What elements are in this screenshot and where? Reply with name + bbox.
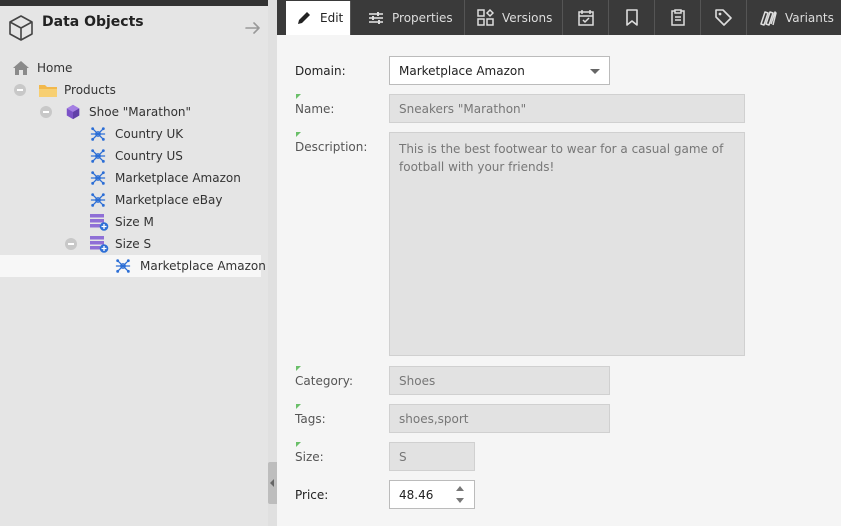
editor-tabbar: Edit Properties Versions Variants [277,0,841,35]
inherited-marker-icon [296,94,301,99]
tab-schedule[interactable] [563,0,609,35]
variant-node-icon [90,171,106,185]
tree-item-label: Products [64,83,116,97]
tags-label: Tags: [295,412,326,426]
tab-bookmark[interactable] [609,0,655,35]
pencil-icon [298,12,310,24]
name-label: Name: [295,102,335,116]
collapse-toggle-icon[interactable] [14,84,26,96]
tree-item-label: Shoe "Marathon" [89,105,192,119]
variant-node-icon [90,149,106,163]
collapse-toggle-icon[interactable] [40,106,52,118]
category-field[interactable]: Shoes [389,366,610,395]
data-objects-panel: Data Objects Home Products Shoe "Maratho… [0,0,268,526]
tree-item-label: Marketplace Amazon [140,259,266,273]
arrow-right-icon[interactable] [245,20,261,36]
inherited-marker-icon [296,366,301,371]
tree-item-home[interactable]: Home [0,57,268,79]
tag-icon [715,9,732,26]
tab-variants[interactable]: Variants [747,0,841,35]
sliders-icon [369,11,383,24]
domain-label: Domain: [295,64,346,78]
spin-down-icon[interactable] [456,498,464,503]
calendar-check-icon [577,10,594,26]
tree-item-size-m[interactable]: Size M [0,211,268,233]
tree-item-label: Country US [115,149,183,163]
cube-icon [9,15,33,41]
tree-item-marketplace-amazon[interactable]: Marketplace Amazon [0,167,268,189]
tab-label: Edit [320,11,344,25]
tree-item-marketplace-ebay[interactable]: Marketplace eBay [0,189,268,211]
variant-node-icon [115,259,131,273]
tab-versions[interactable]: Versions [465,0,563,35]
variant-node-icon [90,127,106,141]
collapse-panel-handle[interactable] [268,462,277,504]
clipboard-icon [670,9,685,26]
tree-item-marketplace-amazon-selected[interactable]: Marketplace Amazon [0,255,266,277]
variant-node-icon [90,193,106,207]
tree-item-label: Country UK [115,127,184,141]
tree-item-size-s[interactable]: Size S [0,233,268,255]
folder-icon [39,85,57,97]
stack-variant-icon [90,236,109,253]
size-field[interactable]: S [389,442,475,471]
bookmark-icon [625,9,638,26]
tags-field[interactable]: shoes,sport [389,404,610,433]
tree-item-label: Size S [115,237,152,251]
domain-select[interactable]: Marketplace Amazon [389,56,610,85]
object-cube-icon [66,104,80,120]
price-value: 48.46 [399,487,434,502]
home-icon [13,61,29,75]
domain-select-value: Marketplace Amazon [399,63,525,78]
tab-notes[interactable] [655,0,701,35]
tab-tags[interactable] [701,0,747,35]
chevron-down-icon [590,69,600,74]
versions-grid-icon [477,9,494,26]
variants-icon [760,11,777,26]
panel-title: Data Objects [42,14,144,30]
inherited-marker-icon [296,442,301,447]
panel-top-strip [0,0,268,6]
tree-item-shoe-marathon[interactable]: Shoe "Marathon" [0,101,268,123]
tree-item-label: Marketplace eBay [115,193,223,207]
tree-item-label: Marketplace Amazon [115,171,241,185]
tree-item-country-uk[interactable]: Country UK [0,123,268,145]
price-label: Price: [295,488,329,502]
stack-variant-icon [90,214,109,231]
size-label: Size: [295,450,324,464]
category-label: Category: [295,374,353,388]
tab-label: Variants [785,10,834,25]
tree-item-country-us[interactable]: Country US [0,145,268,167]
tab-label: Versions [502,10,553,25]
tab-label: Properties [392,10,453,25]
price-stepper[interactable]: 48.46 [389,480,475,509]
tab-properties[interactable]: Properties [351,0,465,35]
tree-item-label: Home [37,61,73,75]
object-editor: Edit Properties Versions Variants Domain… [277,0,841,526]
inherited-marker-icon [296,404,301,409]
tab-edit[interactable]: Edit [286,1,351,35]
tree-item-label: Size M [115,215,154,229]
spin-up-icon[interactable] [456,486,464,491]
panel-splitter[interactable] [268,0,277,526]
tree-item-products[interactable]: Products [0,79,268,101]
inherited-marker-icon [296,132,301,137]
collapse-toggle-icon[interactable] [65,238,77,250]
description-textarea[interactable]: This is the best footwear to wear for a … [389,132,745,356]
name-field[interactable]: Sneakers "Marathon" [389,94,745,123]
description-label: Description: [295,140,368,154]
